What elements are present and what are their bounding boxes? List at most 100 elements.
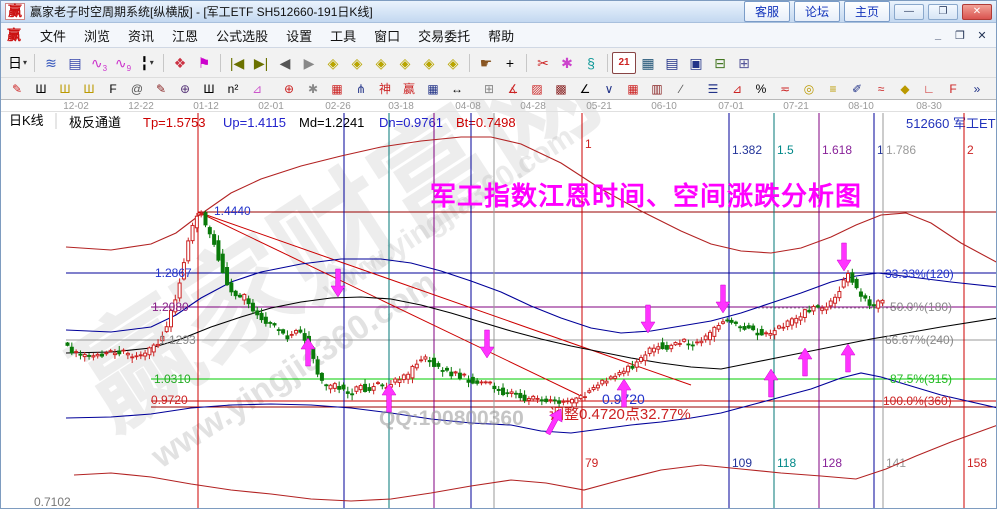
mdi-restore[interactable]: ❐ — [952, 29, 968, 42]
zoom-expand-diamond-icon[interactable]: ◈ — [369, 52, 393, 74]
zoom-full-diamond-icon[interactable]: ◈ — [441, 52, 465, 74]
menu-item-4[interactable]: 公式选股 — [207, 24, 277, 47]
next-bar-button-icon[interactable]: ▶ — [297, 52, 321, 74]
f-ruler-tool-icon[interactable]: F — [101, 79, 125, 98]
candle-body — [342, 385, 345, 389]
spiral-tool-icon[interactable]: @ — [125, 79, 149, 98]
marker-pen-tool-icon[interactable]: ✎ — [149, 79, 173, 98]
menu-item-8[interactable]: 交易委托 — [409, 24, 479, 47]
wave-v-tool-icon[interactable]: ∨ — [597, 79, 621, 98]
down-arrow-marker — [837, 243, 851, 271]
f10-info-panel-icon[interactable]: ▤ — [63, 52, 87, 74]
overlay-compare-icon[interactable]: ≋ — [39, 52, 63, 74]
fan-lines-tool-icon[interactable]: ∡ — [501, 79, 525, 98]
span-measure-tool-icon[interactable]: ↔ — [445, 79, 469, 98]
shen-tool-icon[interactable]: 神 — [373, 79, 397, 98]
box-grid-tool-icon[interactable]: ⊞ — [477, 79, 501, 98]
home-button[interactable]: 主页 — [844, 1, 890, 22]
menu-item-0[interactable]: 文件 — [31, 24, 75, 47]
red-pencil-tool-icon[interactable]: ✎ — [5, 79, 29, 98]
crosshair-tool-icon[interactable]: + — [498, 52, 522, 74]
prev-bar-button-icon[interactable]: ◀ — [273, 52, 297, 74]
chart-area[interactable]: 赢家财富网www.yingjia360.comwww.yingjia360.co… — [1, 100, 997, 509]
close-button[interactable]: ✕ — [962, 4, 992, 20]
fib-wave-tool-icon[interactable]: ≈ — [869, 79, 893, 98]
n-square-tool-icon[interactable]: n² — [221, 79, 245, 98]
menu-item-3[interactable]: 江恩 — [163, 24, 207, 47]
menu-item-7[interactable]: 窗口 — [365, 24, 409, 47]
percent-tool-icon[interactable]: % — [749, 79, 773, 98]
date-tick-label: 07-01 — [718, 101, 744, 112]
star-rays-tool-icon[interactable]: ✱ — [301, 79, 325, 98]
candle-body — [691, 345, 694, 346]
flower-mark-tool-icon[interactable]: ✱ — [555, 52, 579, 74]
time-circle-tool-icon[interactable]: ⊕ — [173, 79, 197, 98]
restore-button[interactable]: ❐ — [928, 4, 958, 20]
last-bar-button-icon[interactable]: ▶| — [249, 52, 273, 74]
gann-grid-tool-icon[interactable]: ▦ — [621, 79, 645, 98]
percent-retrace-tool-icon[interactable]: ≂ — [773, 79, 797, 98]
gann-ruler-tool-icon[interactable]: Ш — [29, 79, 53, 98]
minimize-button[interactable]: — — [894, 4, 924, 20]
export-tool-icon[interactable]: ⊟ — [708, 52, 732, 74]
menu-item-5[interactable]: 设置 — [277, 24, 321, 47]
calculator-tool-icon[interactable]: ▦ — [636, 52, 660, 74]
grid-123-tool-icon[interactable]: ▦ — [421, 79, 445, 98]
golden-lines-tool-icon[interactable]: ≡ — [821, 79, 845, 98]
comb-2-tool-icon[interactable]: Ш — [197, 79, 221, 98]
save-disk-tool-icon[interactable]: ▣ — [684, 52, 708, 74]
brush-tool-icon[interactable]: ✐ — [845, 79, 869, 98]
golden-circle-tool-icon[interactable]: ◎ — [797, 79, 821, 98]
retracement-label: 100.0%(360) — [883, 394, 952, 408]
f-angle-tool-icon[interactable]: F — [941, 79, 965, 98]
menu-item-6[interactable]: 工具 — [321, 24, 365, 47]
gann-grid-2-tool-icon[interactable]: ▥ — [645, 79, 669, 98]
notebook-tool-icon[interactable]: ▤ — [660, 52, 684, 74]
calendar-21-tool-icon[interactable]: 21 — [612, 52, 636, 74]
candle-body — [721, 322, 724, 324]
mdi-minimize[interactable]: _ — [930, 29, 946, 42]
candle-body — [256, 311, 259, 315]
menu-item-2[interactable]: 资讯 — [119, 24, 163, 47]
golden-comb-2-icon[interactable]: Ш — [77, 79, 101, 98]
gann-model-tool-icon[interactable]: ❖ — [168, 52, 192, 74]
zoom-all-diamond-icon[interactable]: ◈ — [417, 52, 441, 74]
ying-tool-icon[interactable]: 赢 — [397, 79, 421, 98]
slash-lines-tool-icon[interactable]: ∕ — [669, 79, 693, 98]
ma-3-lines-icon[interactable]: ∿3 — [87, 52, 111, 74]
angle-flag-tool-icon[interactable]: ⊿ — [245, 79, 269, 98]
drag-hand-tool-icon[interactable]: ☛ — [474, 52, 498, 74]
gann-target-tool-icon[interactable]: ⊕ — [277, 79, 301, 98]
golden-comb-1-icon[interactable]: Ш — [53, 79, 77, 98]
golden-section-tool-icon[interactable]: ◆ — [893, 79, 917, 98]
candle-style-dropdown-icon[interactable]: ╏▾ — [135, 52, 159, 74]
mdi-close[interactable]: ✕ — [974, 29, 990, 42]
candle-body — [678, 344, 681, 345]
zoom-left-diamond-icon[interactable]: ◈ — [321, 52, 345, 74]
smart-brain-tool-icon[interactable]: § — [579, 52, 603, 74]
fan-box-tool-icon[interactable]: ▨ — [525, 79, 549, 98]
trend-angle-tool-icon[interactable]: ∟ — [917, 79, 941, 98]
indicator-param: Tp=1.5753 — [143, 115, 206, 130]
square-spiral-tool-icon[interactable]: ▦ — [325, 79, 349, 98]
fork-lines-tool-icon[interactable]: ⋔ — [349, 79, 373, 98]
kline-chart[interactable]: 赢家财富网www.yingjia360.comwww.yingjia360.co… — [1, 100, 997, 509]
percent-channel-tool-icon[interactable]: ⊿ — [725, 79, 749, 98]
service-button[interactable]: 客服 — [744, 1, 790, 22]
color-volume-flag-icon[interactable]: ⚑ — [192, 52, 216, 74]
angle-line-tool-icon[interactable]: ∠ — [573, 79, 597, 98]
first-bar-button-icon[interactable]: |◀ — [225, 52, 249, 74]
zoom-shrink-diamond-icon[interactable]: ◈ — [393, 52, 417, 74]
print-tool-icon[interactable]: ⊞ — [732, 52, 756, 74]
fan-dense-tool-icon[interactable]: ▩ — [549, 79, 573, 98]
period-day-dropdown-icon[interactable]: 日▾ — [5, 52, 30, 74]
menu-item-9[interactable]: 帮助 — [479, 24, 523, 47]
menu-item-1[interactable]: 浏览 — [75, 24, 119, 47]
more-tools-1-icon[interactable]: » — [965, 79, 989, 98]
candle-body — [859, 292, 862, 296]
zoom-right-diamond-icon[interactable]: ◈ — [345, 52, 369, 74]
quote-list-tool-icon[interactable]: ☰ — [701, 79, 725, 98]
ma-9-lines-icon[interactable]: ∿9 — [111, 52, 135, 74]
cut-tool-icon[interactable]: ✂ — [531, 52, 555, 74]
forum-button[interactable]: 论坛 — [794, 1, 840, 22]
